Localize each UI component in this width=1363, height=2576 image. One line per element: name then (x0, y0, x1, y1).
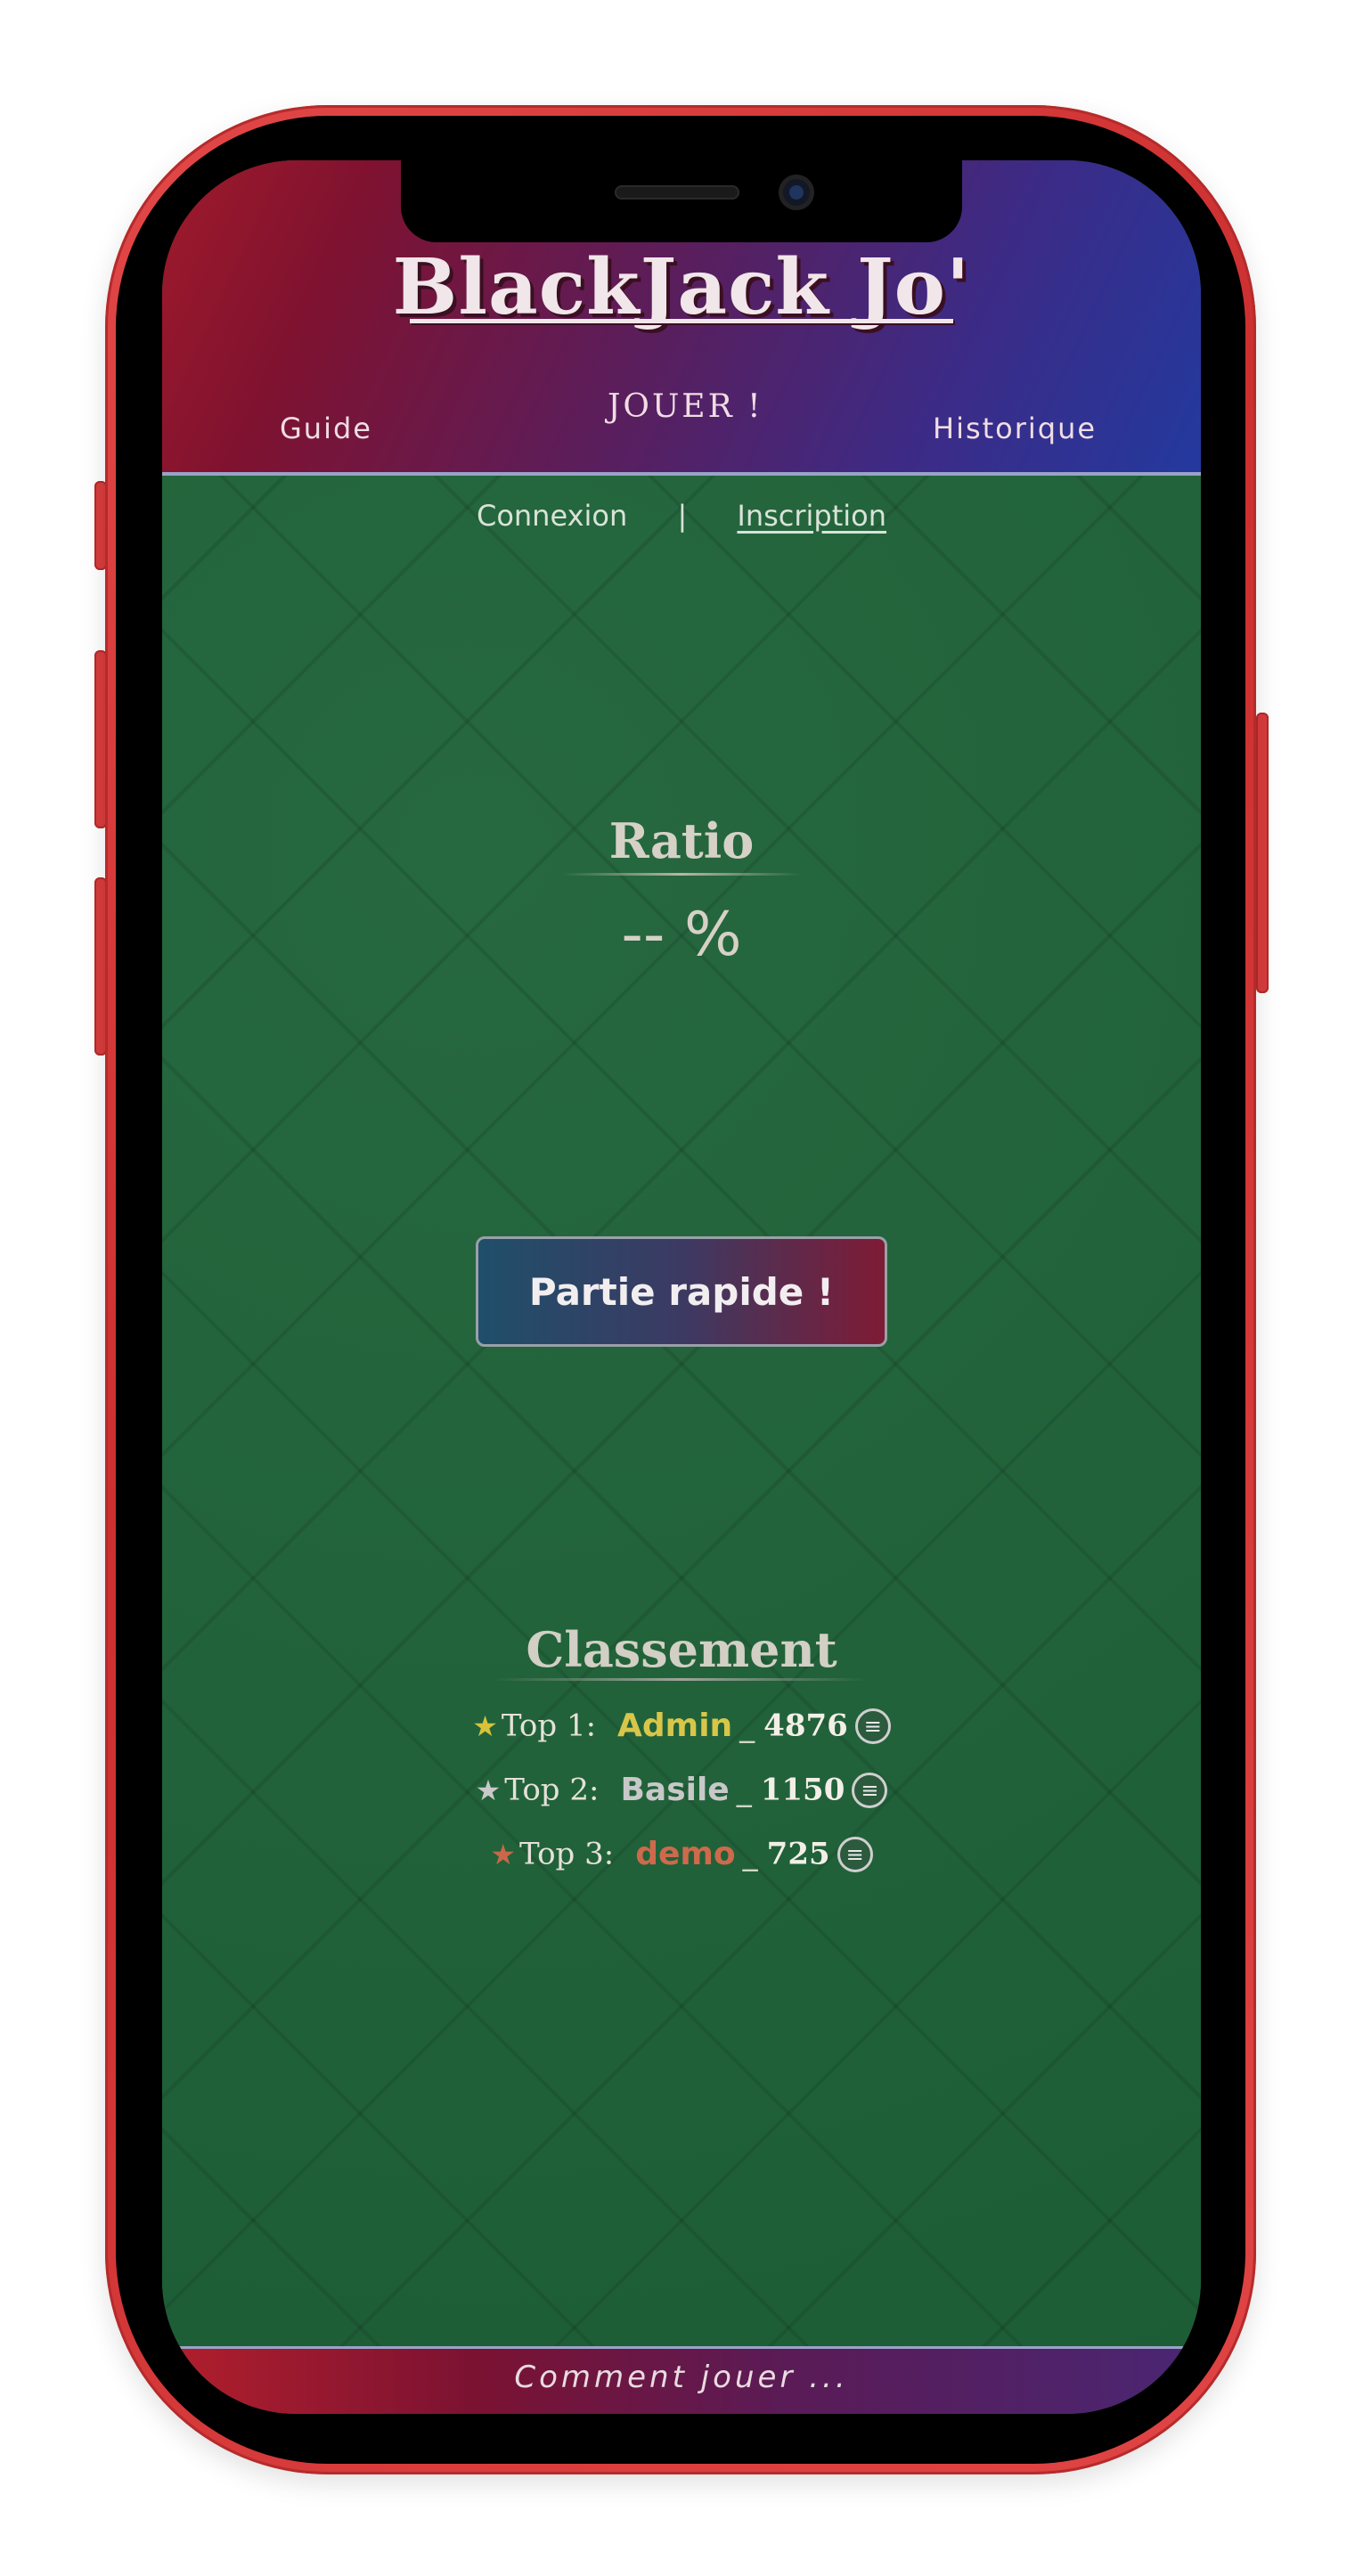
rank-label: Top 3: (519, 1836, 615, 1872)
speaker-grille (615, 185, 739, 200)
ratio-divider (561, 873, 802, 876)
power-button[interactable] (1256, 713, 1269, 993)
how-to-play-link[interactable]: Comment jouer ... (514, 2360, 848, 2395)
quick-game-button[interactable]: Partie rapide ! (476, 1236, 887, 1347)
nav-guide[interactable]: Guide (280, 412, 372, 445)
auth-separator: | (677, 499, 688, 533)
signup-link[interactable]: Inscription (737, 499, 886, 533)
star-icon: ★ (490, 1837, 517, 1871)
player-score: 725 (766, 1836, 830, 1872)
player-name: demo (635, 1836, 736, 1872)
felt-background (162, 476, 1201, 2346)
title-underline (410, 319, 953, 323)
rank-separator: _ (742, 1836, 758, 1872)
footer-bar: Comment jouer ... (162, 2346, 1201, 2414)
ratio-value: -- % (621, 900, 742, 970)
player-score: 4876 (763, 1708, 848, 1744)
chip-icon (854, 1708, 891, 1744)
chip-icon (837, 1836, 873, 1872)
rank-label: Top 1: (501, 1708, 597, 1744)
auth-links: Connexion | Inscription (162, 499, 1201, 533)
ranking-row: ★ Top 1: Admin _ 4876 (162, 1707, 1201, 1744)
star-icon: ★ (475, 1773, 502, 1807)
player-name: Basile (620, 1772, 730, 1808)
ranking-row: ★ Top 2: Basile _ 1150 (162, 1771, 1201, 1808)
ranking-row: ★ Top 3: demo _ 725 (162, 1835, 1201, 1872)
ranking-title: Classement (526, 1621, 837, 1678)
notch (401, 160, 962, 242)
player-name: Admin (617, 1708, 733, 1744)
nav-play[interactable]: JOUER ! (608, 388, 763, 425)
ranking-divider (494, 1678, 868, 1681)
nav-history[interactable]: Historique (933, 412, 1097, 445)
player-score: 1150 (760, 1772, 845, 1808)
rank-separator: _ (736, 1772, 752, 1808)
rank-separator: _ (739, 1708, 755, 1744)
camera-icon (779, 175, 814, 210)
ratio-title: Ratio (608, 812, 755, 869)
login-link[interactable]: Connexion (477, 499, 627, 533)
screen: BlackJack Jo' Guide JOUER ! Historique C… (162, 160, 1201, 2414)
rank-label: Top 2: (504, 1772, 600, 1808)
chip-icon (852, 1772, 888, 1808)
star-icon: ★ (472, 1708, 498, 1743)
